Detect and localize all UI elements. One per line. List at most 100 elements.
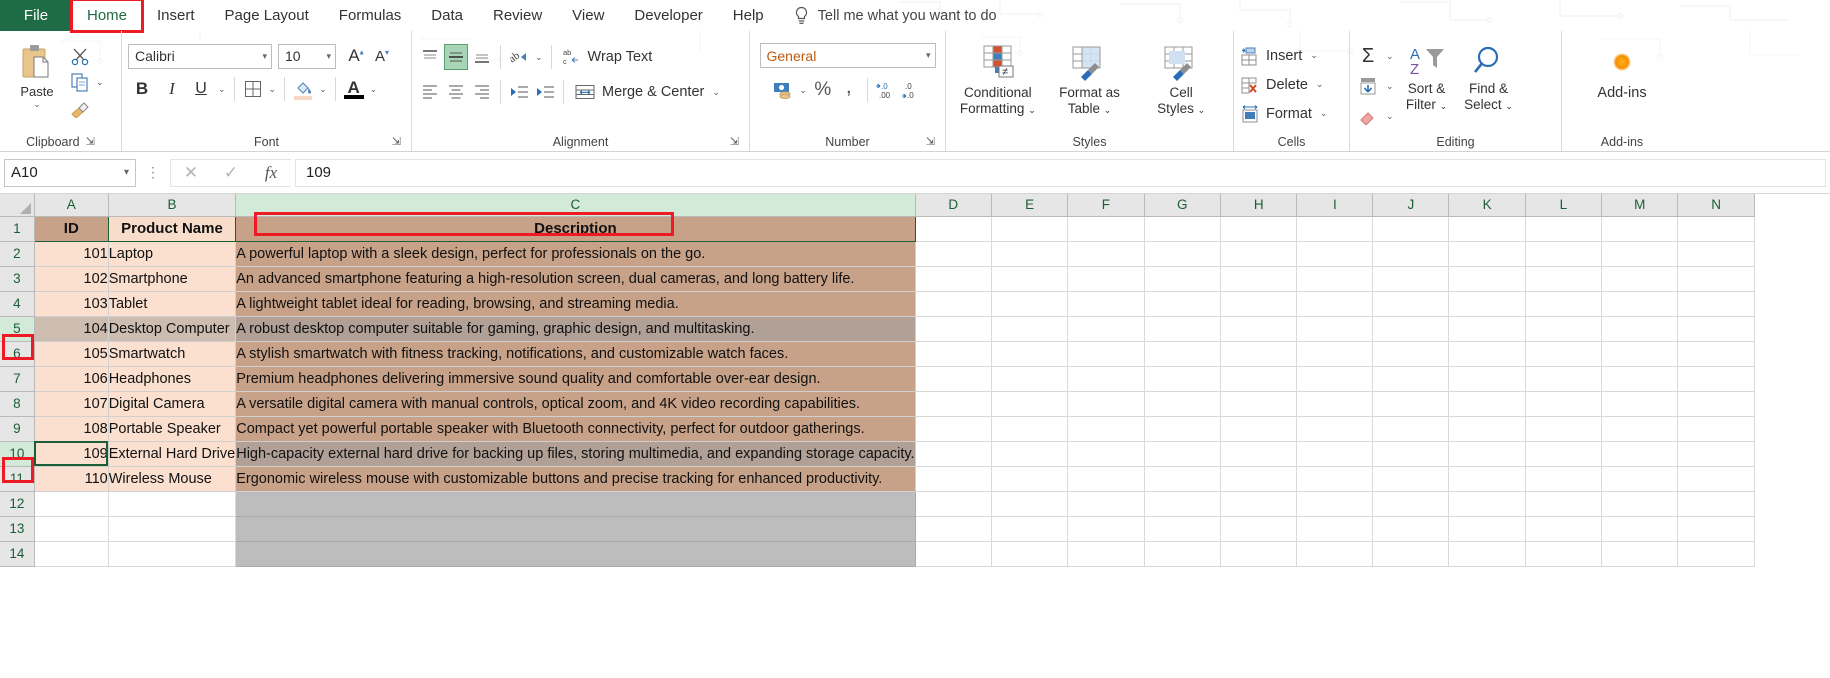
tab-file[interactable]: File [0, 0, 72, 31]
cell-M9[interactable] [1601, 416, 1679, 442]
percent-style-button[interactable]: % [811, 77, 835, 103]
addins-button[interactable]: Add-ins [1577, 49, 1667, 102]
column-header-D[interactable]: D [915, 194, 992, 217]
underline-dropdown-chevron-icon[interactable]: ⌄ [216, 84, 228, 95]
cancel-x-icon[interactable]: ✕ [171, 163, 211, 183]
cell-D1[interactable] [915, 216, 992, 242]
cell-J5[interactable] [1372, 316, 1450, 342]
column-header-C[interactable]: C [235, 194, 916, 217]
row-header-8[interactable]: 8 [0, 391, 35, 417]
cell-J13[interactable] [1372, 516, 1450, 542]
cell-I4[interactable] [1296, 291, 1374, 317]
cell-M2[interactable] [1601, 241, 1679, 267]
cell-L11[interactable] [1525, 466, 1602, 492]
cell-N4[interactable] [1677, 291, 1755, 317]
cell-D9[interactable] [915, 416, 992, 442]
cell-N9[interactable] [1677, 416, 1755, 442]
cell-H12[interactable] [1220, 491, 1298, 517]
cell-H9[interactable] [1220, 416, 1298, 442]
cell-G10[interactable] [1144, 441, 1222, 467]
increase-decimal-button[interactable]: .0 .00 [874, 77, 898, 103]
cell-J2[interactable] [1372, 241, 1450, 267]
cell-N12[interactable] [1677, 491, 1755, 517]
cell-K5[interactable] [1448, 316, 1526, 342]
cell-M6[interactable] [1601, 341, 1679, 367]
cell-F4[interactable] [1067, 291, 1145, 317]
cell-M7[interactable] [1601, 366, 1679, 392]
cell-M10[interactable] [1601, 441, 1679, 467]
align-left-button[interactable] [418, 79, 442, 105]
cell-K1[interactable] [1448, 216, 1526, 242]
align-middle-button[interactable] [444, 44, 468, 70]
cell-K7[interactable] [1448, 366, 1526, 392]
cell-B9[interactable]: Portable Speaker [108, 416, 237, 442]
font-name-combobox[interactable]: Calibri ▾ [128, 43, 272, 69]
column-header-G[interactable]: G [1144, 194, 1222, 217]
cell-H4[interactable] [1220, 291, 1298, 317]
row-header-7[interactable]: 7 [0, 366, 35, 392]
cell-F2[interactable] [1067, 241, 1145, 267]
cell-N13[interactable] [1677, 516, 1755, 542]
cell-C7[interactable]: Premium headphones delivering immersive … [235, 366, 916, 392]
cell-A11[interactable]: 110 [33, 466, 109, 492]
cell-L3[interactable] [1525, 266, 1602, 292]
orientation-button[interactable]: ab [507, 44, 531, 70]
cell-E10[interactable] [991, 441, 1069, 467]
enter-check-icon[interactable]: ✓ [211, 163, 251, 183]
cell-H2[interactable] [1220, 241, 1298, 267]
tell-me-box[interactable]: Tell me what you want to do [793, 0, 997, 31]
cell-B7[interactable]: Headphones [108, 366, 237, 392]
increase-indent-button[interactable] [533, 79, 557, 105]
cell-L8[interactable] [1525, 391, 1602, 417]
cell-H1[interactable] [1220, 216, 1298, 242]
borders-dropdown-chevron-icon[interactable]: ⌄ [267, 84, 279, 95]
cell-I8[interactable] [1296, 391, 1374, 417]
cell-K6[interactable] [1448, 341, 1526, 367]
cell-K9[interactable] [1448, 416, 1526, 442]
align-right-button[interactable] [470, 79, 494, 105]
cell-G3[interactable] [1144, 266, 1222, 292]
cell-G13[interactable] [1144, 516, 1222, 542]
format-cells-button[interactable]: Format ⌄ [1240, 99, 1329, 128]
cell-E2[interactable] [991, 241, 1069, 267]
cell-H14[interactable] [1220, 541, 1298, 567]
row-header-12[interactable]: 12 [0, 491, 35, 517]
cell-D13[interactable] [915, 516, 992, 542]
insert-cells-chevron-icon[interactable]: ⌄ [1308, 50, 1320, 61]
cell-B1[interactable]: Product Name [107, 215, 237, 242]
cell-F8[interactable] [1067, 391, 1145, 417]
cell-F10[interactable] [1067, 441, 1145, 467]
cell-B14[interactable] [108, 541, 237, 567]
cell-B10[interactable]: External Hard Drive [108, 441, 237, 467]
cell-K11[interactable] [1448, 466, 1526, 492]
delete-cells-button[interactable]: Delete ⌄ [1240, 70, 1325, 99]
cell-N7[interactable] [1677, 366, 1755, 392]
formula-bar-expand-dots[interactable]: ⋮ [140, 164, 166, 181]
paste-dropdown-chevron-icon[interactable]: ⌄ [33, 99, 41, 109]
sort-filter-button[interactable]: A Z Sort & Filter ⌄ [1396, 41, 1458, 112]
increase-font-size-button[interactable]: A▴ [344, 43, 368, 69]
cell-H10[interactable] [1220, 441, 1298, 467]
column-header-A[interactable]: A [34, 194, 109, 217]
cell-E8[interactable] [991, 391, 1069, 417]
cell-F11[interactable] [1067, 466, 1145, 492]
cell-N14[interactable] [1677, 541, 1755, 567]
cell-E9[interactable] [991, 416, 1069, 442]
cell-E12[interactable] [991, 491, 1069, 517]
format-cells-chevron-icon[interactable]: ⌄ [1318, 108, 1330, 119]
row-header-1[interactable]: 1 [0, 216, 35, 242]
cell-L9[interactable] [1525, 416, 1602, 442]
cell-C2[interactable]: A powerful laptop with a sleek design, p… [235, 241, 916, 267]
cell-D4[interactable] [915, 291, 992, 317]
cell-L13[interactable] [1525, 516, 1602, 542]
decrease-decimal-button[interactable]: .0 .0 [900, 77, 924, 103]
cell-J4[interactable] [1372, 291, 1450, 317]
cell-F13[interactable] [1067, 516, 1145, 542]
cell-G4[interactable] [1144, 291, 1222, 317]
cell-L10[interactable] [1525, 441, 1602, 467]
cell-N3[interactable] [1677, 266, 1755, 292]
cell-M14[interactable] [1601, 541, 1679, 567]
cell-E1[interactable] [991, 216, 1069, 242]
cell-N1[interactable] [1677, 216, 1755, 242]
tab-data[interactable]: Data [416, 0, 478, 31]
